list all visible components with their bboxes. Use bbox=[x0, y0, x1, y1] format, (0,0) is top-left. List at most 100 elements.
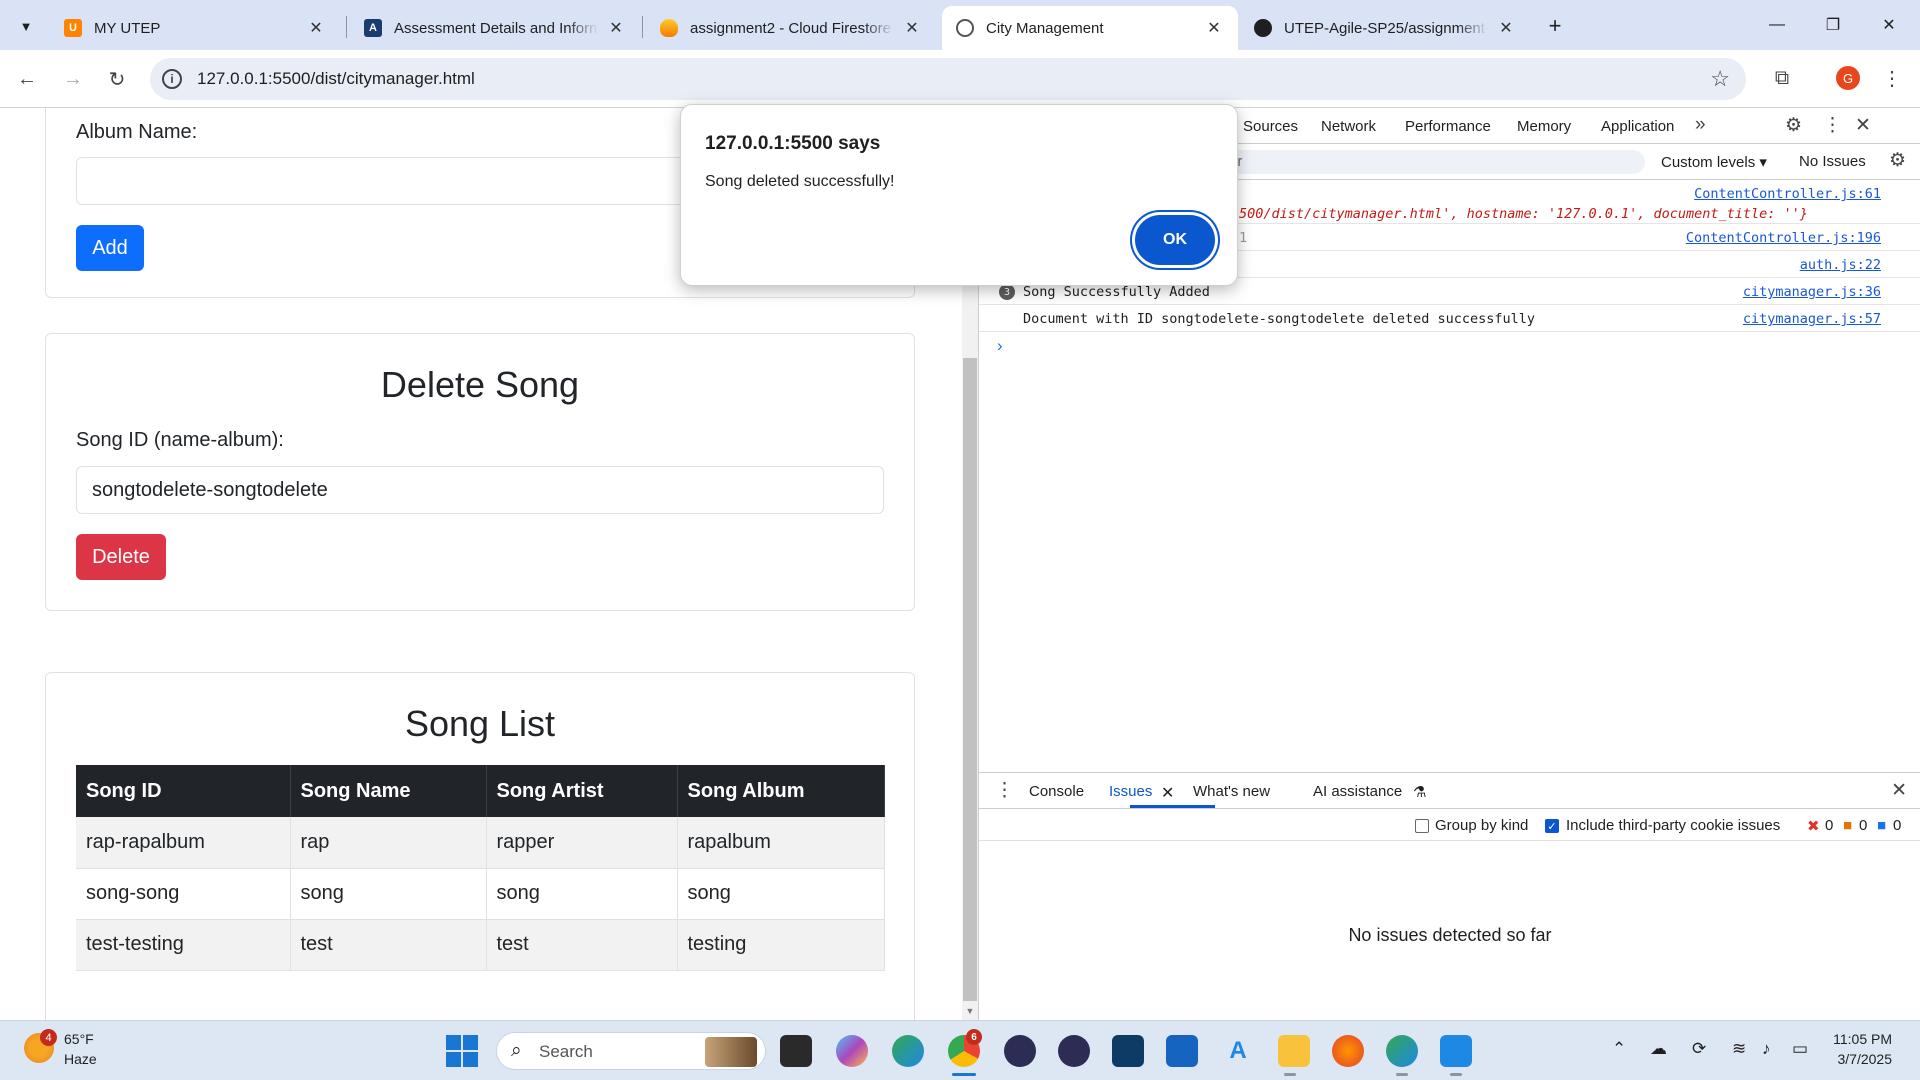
table-cell: rap-rapalbum bbox=[76, 817, 291, 869]
eclipse-ide-icon[interactable] bbox=[1058, 1035, 1090, 1067]
tab-my-utep[interactable]: U MY UTEP ✕ bbox=[50, 6, 340, 50]
group-by-kind-checkbox[interactable] bbox=[1415, 819, 1429, 833]
devtools-tab-memory[interactable]: Memory bbox=[1517, 118, 1571, 135]
active-app-indicator bbox=[952, 1073, 976, 1076]
task-view-icon[interactable] bbox=[780, 1035, 812, 1067]
console-prompt-chevron-icon[interactable]: › bbox=[997, 336, 1003, 356]
taskbar-search-label: Search bbox=[539, 1042, 593, 1061]
minimize-icon[interactable]: — bbox=[1754, 8, 1800, 42]
show-hidden-icons-chevron-icon[interactable]: ⌃ bbox=[1612, 1039, 1626, 1059]
tab-firestore[interactable]: assignment2 - Cloud Firestore - ✕ bbox=[646, 6, 936, 50]
page-scrollbar-thumb[interactable] bbox=[963, 358, 977, 1001]
site-info-icon[interactable]: i bbox=[162, 69, 182, 89]
devtools-tab-application[interactable]: Application bbox=[1601, 118, 1674, 135]
song-id-input[interactable]: songtodelete-songtodelete bbox=[76, 466, 884, 514]
drawer-kebab-icon[interactable]: ⋮ bbox=[995, 779, 1014, 802]
sync-icon[interactable]: ⟳ bbox=[1692, 1039, 1706, 1059]
clock-date[interactable]: 3/7/2025 bbox=[1832, 1051, 1893, 1067]
edge-dev-icon[interactable] bbox=[1386, 1035, 1418, 1067]
weather-temperature[interactable]: 65°F bbox=[64, 1031, 94, 1047]
drawer-tab-console[interactable]: Console bbox=[1029, 783, 1084, 800]
console-source-link[interactable]: citymanager.js:57 bbox=[1743, 311, 1881, 327]
third-party-label: Include third-party cookie issues bbox=[1566, 817, 1781, 834]
warning-count: 0 bbox=[1859, 817, 1868, 834]
restore-icon[interactable]: ❐ bbox=[1810, 8, 1856, 42]
devtools-tab-performance[interactable]: Performance bbox=[1405, 118, 1491, 135]
close-icon[interactable]: ✕ bbox=[1496, 18, 1516, 38]
tab-city-management[interactable]: City Management ✕ bbox=[942, 6, 1238, 50]
column-header: Song Name bbox=[290, 765, 487, 817]
delete-button[interactable]: Delete bbox=[76, 534, 166, 580]
drawer-tab-whats-new[interactable]: What's new bbox=[1193, 783, 1270, 800]
tab-title: City Management bbox=[986, 19, 1104, 37]
tab-strip: ▼ U MY UTEP ✕ A Assessment Details and I… bbox=[0, 0, 1920, 50]
column-header: Song ID bbox=[76, 765, 291, 817]
table-cell: rap bbox=[290, 817, 487, 869]
alert-ok-button[interactable]: OK bbox=[1135, 215, 1215, 265]
drawer-tab-issues[interactable]: Issues bbox=[1109, 783, 1152, 800]
copilot-icon[interactable] bbox=[836, 1035, 868, 1067]
vscode-icon[interactable] bbox=[1440, 1035, 1472, 1067]
issues-tab-close-icon[interactable]: ✕ bbox=[1161, 783, 1174, 803]
weather-description[interactable]: Haze bbox=[64, 1051, 97, 1067]
tab-assessment[interactable]: A Assessment Details and Informa ✕ bbox=[350, 6, 640, 50]
drawer-tab-ai-assistance[interactable]: AI assistance bbox=[1313, 783, 1402, 800]
bookmark-star-icon[interactable]: ☆ bbox=[1710, 66, 1730, 92]
wifi-icon[interactable]: ≋ bbox=[1732, 1039, 1746, 1059]
console-settings-gear-icon[interactable]: ⚙ bbox=[1889, 149, 1906, 172]
chrome-menu-kebab-icon[interactable]: ⋮ bbox=[1880, 64, 1904, 92]
edge-icon[interactable] bbox=[892, 1035, 924, 1067]
bracket-app-icon[interactable] bbox=[1112, 1035, 1144, 1067]
url-text[interactable]: 127.0.0.1:5500/dist/citymanager.html bbox=[197, 69, 475, 89]
console-source-link[interactable]: citymanager.js:36 bbox=[1743, 284, 1881, 300]
new-tab-plus-icon[interactable]: + bbox=[1540, 11, 1570, 41]
scroll-down-arrow-icon[interactable]: ▼ bbox=[964, 1006, 976, 1018]
table-cell: test-testing bbox=[76, 919, 291, 971]
close-icon[interactable]: ✕ bbox=[306, 18, 326, 38]
song-list-card: Song List Song ID Song Name Song Artist … bbox=[45, 672, 915, 1020]
close-icon[interactable]: ✕ bbox=[1204, 18, 1224, 38]
more-tabs-chevron-icon[interactable]: » bbox=[1695, 114, 1706, 136]
third-party-checkbox[interactable]: ✓ bbox=[1545, 819, 1559, 833]
console-line: Document with ID songtodelete-songtodele… bbox=[979, 305, 1920, 332]
settings-gear-icon[interactable]: ⚙ bbox=[1785, 114, 1802, 137]
extensions-puzzle-icon[interactable]: ⧉ bbox=[1768, 64, 1796, 92]
reload-icon[interactable]: ↻ bbox=[102, 64, 132, 94]
battery-icon[interactable]: ▭ bbox=[1792, 1039, 1808, 1059]
volume-icon[interactable]: ♪ bbox=[1762, 1039, 1771, 1059]
table-row: rap-rapalbum rap rapper rapalbum bbox=[76, 817, 885, 869]
log-levels-dropdown[interactable]: Custom levels ▾ bbox=[1661, 153, 1767, 171]
forward-arrow-icon[interactable]: → bbox=[58, 64, 88, 94]
firefox-icon[interactable] bbox=[1332, 1035, 1364, 1067]
windows-start-icon[interactable] bbox=[446, 1035, 478, 1067]
devtools-kebab-icon[interactable]: ⋮ bbox=[1823, 114, 1842, 137]
issues-toolbar: Group by kind ✓ Include third-party cook… bbox=[979, 809, 1920, 841]
table-row: test-testing test test testing bbox=[76, 919, 885, 971]
onedrive-icon[interactable]: ☁ bbox=[1650, 1039, 1667, 1059]
devtools-tab-sources[interactable]: Sources bbox=[1243, 118, 1298, 135]
console-source-link[interactable]: auth.js:22 bbox=[1800, 257, 1881, 273]
taskbar-search[interactable]: ⌕ Search bbox=[496, 1032, 766, 1070]
delete-song-card: Delete Song Song ID (name-album): songto… bbox=[45, 333, 915, 611]
add-button[interactable]: Add bbox=[76, 225, 144, 271]
close-icon[interactable]: ✕ bbox=[902, 18, 922, 38]
tab-title: UTEP-Agile-SP25/assignment-2 bbox=[1284, 19, 1488, 37]
back-arrow-icon[interactable]: ← bbox=[12, 64, 42, 94]
window-close-icon[interactable]: ✕ bbox=[1866, 8, 1912, 42]
devtools-close-icon[interactable]: ✕ bbox=[1855, 114, 1871, 137]
console-source-link[interactable]: ContentController.js:196 bbox=[1686, 230, 1881, 246]
clock-time[interactable]: 11:05 PM bbox=[1832, 1031, 1892, 1047]
devtools-tab-network[interactable]: Network bbox=[1321, 118, 1376, 135]
profile-avatar[interactable]: G bbox=[1836, 66, 1860, 90]
microsoft-store-icon[interactable] bbox=[1166, 1035, 1198, 1067]
issues-status[interactable]: No Issues bbox=[1799, 153, 1866, 170]
eclipse-icon[interactable] bbox=[1004, 1035, 1036, 1067]
drawer-close-icon[interactable]: ✕ bbox=[1891, 779, 1907, 802]
tab-title: Assessment Details and Informa bbox=[394, 19, 598, 37]
file-explorer-icon[interactable] bbox=[1278, 1035, 1310, 1067]
tab-github[interactable]: UTEP-Agile-SP25/assignment-2 ✕ bbox=[1240, 6, 1530, 50]
close-icon[interactable]: ✕ bbox=[606, 18, 626, 38]
tab-search-chevron-icon[interactable]: ▼ bbox=[12, 12, 40, 40]
vs-installer-icon[interactable]: A bbox=[1222, 1035, 1254, 1067]
address-bar[interactable]: i 127.0.0.1:5500/dist/citymanager.html ☆ bbox=[150, 58, 1746, 100]
